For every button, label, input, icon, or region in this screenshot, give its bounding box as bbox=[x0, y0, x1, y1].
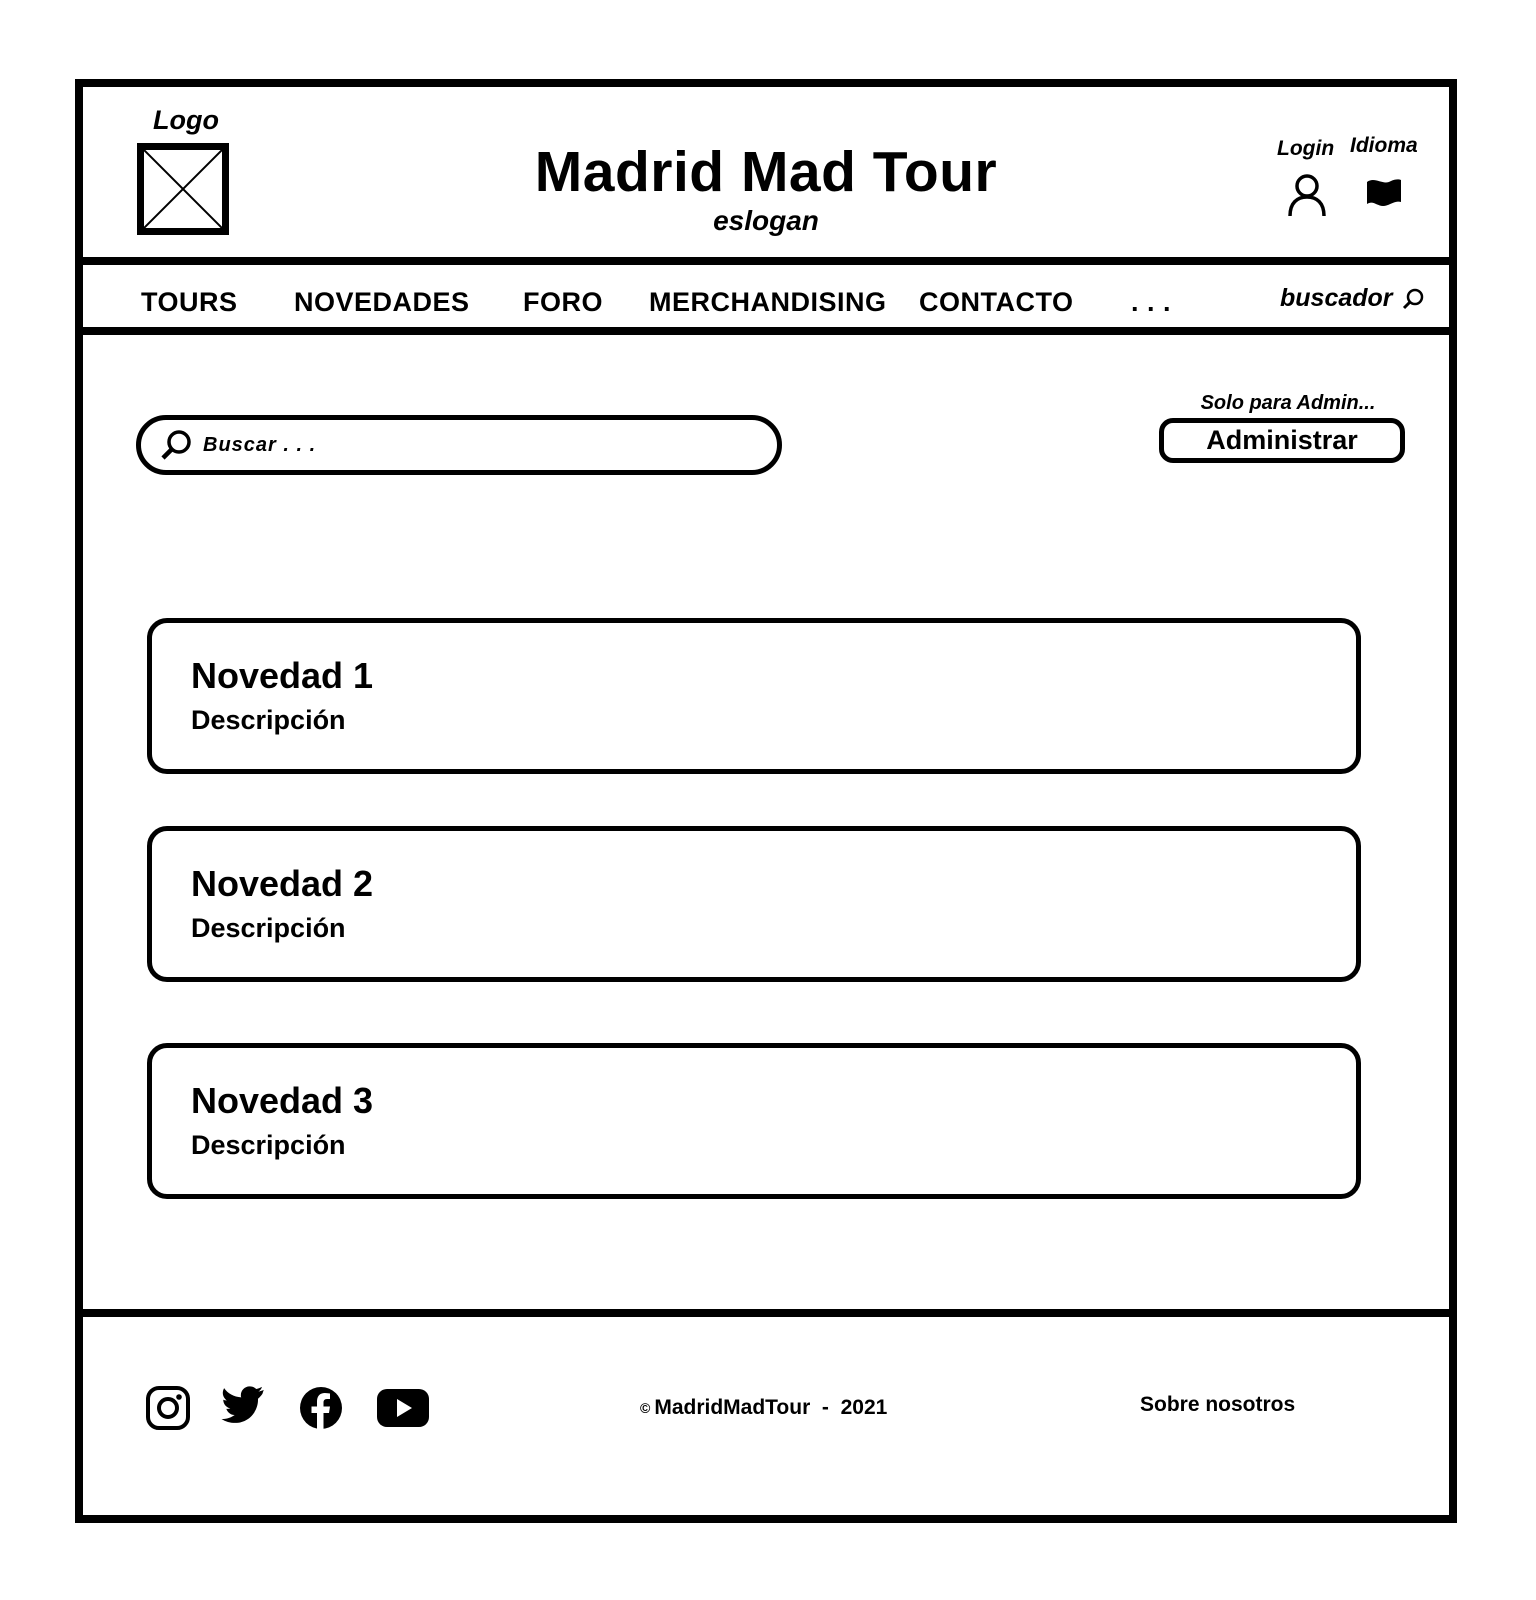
header-divider bbox=[83, 257, 1449, 265]
search-icon bbox=[1402, 288, 1423, 309]
nav-item-novedades[interactable]: NOVEDADES bbox=[294, 287, 470, 318]
about-link[interactable]: Sobre nosotros bbox=[1140, 1393, 1295, 1417]
footer-divider bbox=[83, 1309, 1449, 1317]
logo-label: Logo bbox=[153, 105, 219, 135]
instagram-icon[interactable] bbox=[145, 1385, 191, 1431]
copyright: © MadridMadTour - 2021 bbox=[640, 1396, 887, 1420]
copyright-symbol: © bbox=[640, 1400, 651, 1416]
nav-divider bbox=[83, 327, 1449, 335]
nav-item-more[interactable]: . . . bbox=[1131, 287, 1171, 318]
news-card-title: Novedad 3 bbox=[191, 1080, 374, 1121]
news-card-description: Descripción bbox=[191, 1130, 346, 1160]
news-card-description: Descripción bbox=[191, 913, 346, 943]
page-frame: Logo Madrid Mad Tour eslogan Login Idiom… bbox=[75, 79, 1457, 1523]
admin-note: Solo para Admin... bbox=[1200, 392, 1376, 414]
nav-item-contacto[interactable]: CONTACTO bbox=[919, 287, 1074, 318]
search-icon bbox=[161, 430, 191, 460]
twitter-icon[interactable] bbox=[221, 1385, 267, 1431]
nav-search[interactable]: buscador bbox=[1280, 284, 1425, 313]
slogan: eslogan bbox=[713, 205, 819, 236]
language-label[interactable]: Idioma bbox=[1350, 134, 1418, 158]
news-card[interactable]: Novedad 3 Descripción bbox=[147, 1043, 1361, 1199]
login-label[interactable]: Login bbox=[1277, 137, 1334, 161]
user-icon[interactable] bbox=[1287, 173, 1327, 217]
search-input[interactable]: Buscar . . . bbox=[136, 415, 782, 475]
admin-button[interactable]: Administrar bbox=[1159, 418, 1405, 463]
copyright-text: MadridMadTour - 2021 bbox=[654, 1396, 888, 1419]
nav-item-merchandising[interactable]: MERCHANDISING bbox=[649, 287, 887, 318]
site-title: Madrid Mad Tour bbox=[534, 140, 998, 204]
news-card-title: Novedad 1 bbox=[191, 655, 374, 696]
facebook-icon[interactable] bbox=[298, 1385, 344, 1431]
nav-item-foro[interactable]: FORO bbox=[523, 287, 603, 318]
flag-icon[interactable] bbox=[1365, 176, 1403, 210]
news-card-title: Novedad 2 bbox=[191, 863, 374, 904]
search-placeholder: Buscar . . . bbox=[203, 433, 317, 456]
news-card[interactable]: Novedad 2 Descripción bbox=[147, 826, 1361, 982]
nav-item-tours[interactable]: TOURS bbox=[141, 287, 238, 318]
youtube-icon[interactable] bbox=[376, 1385, 430, 1431]
news-card[interactable]: Novedad 1 Descripción bbox=[147, 618, 1361, 774]
news-card-description: Descripción bbox=[191, 705, 346, 735]
nav-search-label: buscador bbox=[1280, 284, 1393, 312]
